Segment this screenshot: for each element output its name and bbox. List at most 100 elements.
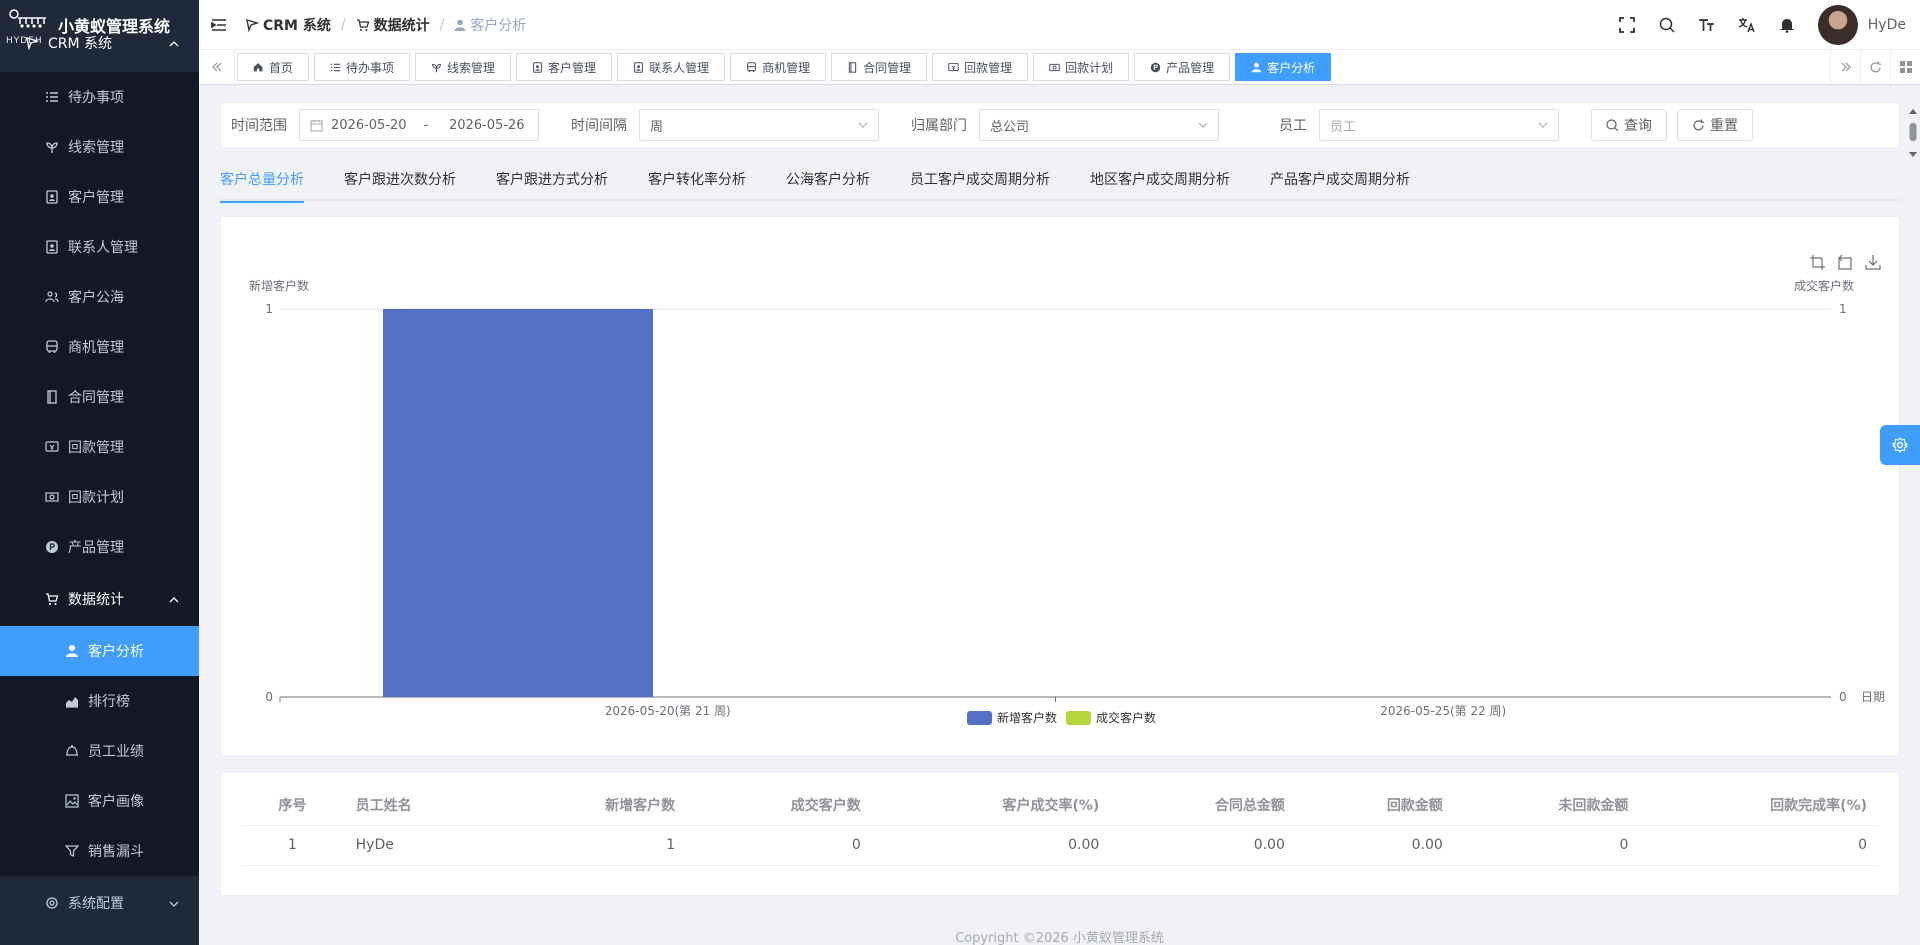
list-check-icon (44, 89, 60, 105)
sidebar-stats-item-1[interactable]: 排行榜 (0, 676, 199, 726)
tags-scroll-left-icon[interactable] (199, 50, 235, 84)
sidebar-stats-item-0[interactable]: 客户分析 (0, 626, 199, 676)
contact-card-icon (44, 239, 60, 255)
username[interactable]: HyDe (1868, 17, 1906, 33)
breadcrumb-label: CRM 系统 (263, 17, 331, 34)
employee-select[interactable]: 员工 (1319, 109, 1559, 141)
sidebar-item-7[interactable]: 回款管理 (0, 422, 199, 472)
legend-label: 新增客户数 (997, 710, 1057, 725)
grid-menu-icon[interactable] (1890, 50, 1920, 84)
sidebar-group-stats[interactable]: 数据统计 (0, 572, 199, 626)
sidebar: HYDEH 小黄蚁管理系统 CRM 系统 待办事项 线索管理 客户管理 联系人管理 客户… (0, 0, 199, 945)
interval-select[interactable]: 周 (639, 109, 879, 141)
sidebar-item-6[interactable]: 合同管理 (0, 372, 199, 422)
x-tick-label: 2026-05-20(第 21 周) (605, 704, 731, 718)
date-range-picker[interactable]: 2026-05-20 - 2026-05-26 (299, 109, 539, 141)
chevron-down-icon (1198, 122, 1208, 128)
crop-icon[interactable] (1810, 255, 1825, 270)
tab-7[interactable]: 产品客户成交周期分析 (1270, 166, 1410, 201)
settings-drawer-button[interactable] (1880, 425, 1920, 465)
contact-card-icon (633, 61, 644, 73)
tab-3[interactable]: 客户转化率分析 (648, 166, 746, 201)
sidebar-item-0[interactable]: 待办事项 (0, 72, 199, 122)
date-separator: - (423, 117, 429, 133)
reset-button[interactable]: 重置 (1677, 109, 1753, 141)
tag-4[interactable]: 联系人管理 (617, 53, 726, 81)
date-end[interactable]: 2026-05-26 (449, 118, 525, 133)
tab-4[interactable]: 公海客户分析 (786, 166, 870, 201)
sidebar-item-8[interactable]: 回款计划 (0, 472, 199, 522)
tab-6[interactable]: 地区客户成交周期分析 (1090, 166, 1230, 201)
avatar[interactable] (1817, 4, 1858, 45)
table-cell: 0 (1640, 825, 1879, 866)
bell-icon[interactable] (1778, 16, 1796, 34)
tag-1[interactable]: 待办事项 (314, 53, 411, 81)
dept-select[interactable]: 总公司 (979, 109, 1219, 141)
dept-label: 归属部门 (911, 118, 967, 134)
breadcrumb-item-stats[interactable]: 数据统计 (356, 15, 430, 35)
breadcrumb-item-crm[interactable]: CRM 系统 (245, 15, 331, 35)
legend-label: 成交客户数 (1096, 710, 1156, 725)
tab-2[interactable]: 客户跟进方式分析 (496, 166, 608, 201)
table-header-cell: 序号 (241, 785, 344, 826)
breadcrumb-label: 客户分析 (470, 17, 527, 34)
tag-9[interactable]: 产品管理 (1134, 53, 1231, 81)
sidebar-item-label: 客户公海 (68, 290, 124, 306)
tag-3[interactable]: 客户管理 (516, 53, 613, 81)
tag-label: 产品管理 (1166, 60, 1215, 75)
tab-5[interactable]: 员工客户成交周期分析 (910, 166, 1050, 201)
search-icon[interactable] (1658, 16, 1676, 34)
scrollbar[interactable] (1908, 108, 1918, 158)
sidebar-item-5[interactable]: 商机管理 (0, 322, 199, 372)
translate-icon[interactable] (1738, 16, 1756, 34)
sidebar-item-1[interactable]: 线索管理 (0, 122, 199, 172)
sidebar-item-label: 联系人管理 (68, 240, 138, 256)
filter-bar: 时间范围 2026-05-20 - 2026-05-26 时间间隔 周 归属部门… (220, 102, 1900, 148)
font-size-icon[interactable] (1698, 16, 1716, 34)
tags-scroll-right-icon[interactable] (1830, 50, 1860, 84)
tag-8[interactable]: 回款计划 (1033, 53, 1130, 81)
tab-0[interactable]: 客户总量分析 (220, 166, 304, 203)
tag-7[interactable]: 回款管理 (932, 53, 1029, 81)
sidebar-item-2[interactable]: 客户管理 (0, 172, 199, 222)
refresh-icon[interactable] (1860, 50, 1890, 84)
table-row: 1 HyDe 1 0 0.00 0.00 0.00 0 0 (241, 825, 1879, 866)
sidebar-stats-item-2[interactable]: 员工业绩 (0, 726, 199, 776)
tag-10[interactable]: 客户分析 (1235, 53, 1332, 81)
main-content: 时间范围 2026-05-20 - 2026-05-26 时间间隔 周 归属部门… (199, 86, 1920, 945)
tag-label: 联系人管理 (649, 60, 710, 75)
footer: Copyright ©2026 小黄蚁管理系统 (199, 925, 1920, 945)
query-button[interactable]: 查询 (1591, 109, 1667, 141)
sidebar-item-9[interactable]: 产品管理 (0, 522, 199, 572)
legend-swatch (1066, 711, 1091, 725)
sidebar-system[interactable]: CRM 系统 (0, 36, 199, 52)
sidebar-group-config[interactable]: 系统配置 (0, 876, 199, 930)
sidebar-stats-item-4[interactable]: 销售漏斗 (0, 826, 199, 876)
fullscreen-icon[interactable] (1618, 16, 1636, 34)
tag-5[interactable]: 商机管理 (730, 53, 827, 81)
tag-6[interactable]: 合同管理 (831, 53, 928, 81)
leaf-icon (44, 139, 60, 155)
y-tick-right: 0 (1839, 690, 1847, 704)
download-icon[interactable] (1865, 255, 1881, 270)
sidebar-item-3[interactable]: 联系人管理 (0, 222, 199, 272)
sidebar-item-label: 销售漏斗 (88, 844, 144, 860)
employee-label: 员工 (1279, 118, 1307, 134)
tag-label: 客户分析 (1267, 60, 1316, 75)
tags-tools (1830, 50, 1920, 84)
employee-placeholder: 员工 (1330, 119, 1357, 135)
user-icon (454, 19, 466, 31)
sidebar-item-4[interactable]: 客户公海 (0, 272, 199, 322)
settings-icon (44, 895, 60, 911)
copyright: Copyright ©2026 小黄蚁管理系统 (955, 931, 1164, 945)
tag-0[interactable]: 首页 (237, 53, 310, 81)
restore-icon[interactable] (1838, 254, 1852, 270)
money-icon (948, 62, 959, 73)
home-icon (253, 62, 264, 73)
tag-2[interactable]: 线索管理 (415, 53, 512, 81)
breadcrumb-item-current: 客户分析 (454, 15, 526, 35)
sidebar-stats-item-3[interactable]: 客户画像 (0, 776, 199, 826)
tab-1[interactable]: 客户跟进次数分析 (344, 166, 456, 201)
date-start[interactable]: 2026-05-20 (331, 118, 417, 133)
hamburger-icon[interactable] (211, 18, 231, 32)
